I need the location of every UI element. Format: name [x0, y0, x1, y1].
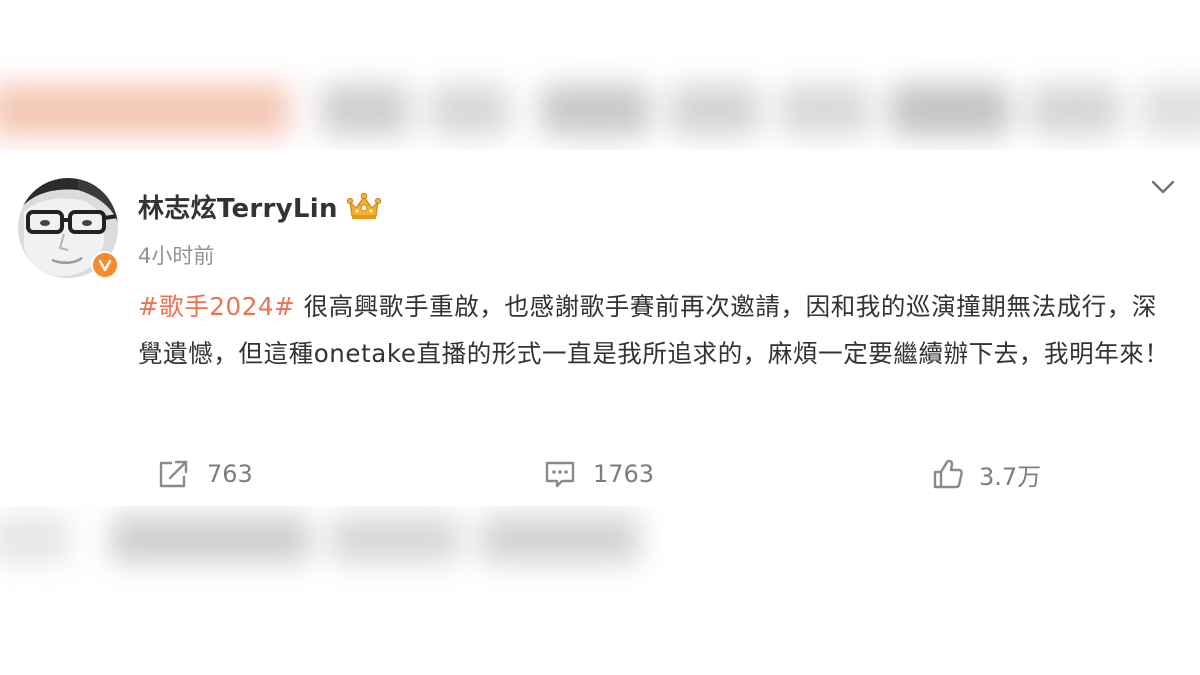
- weibo-post-card: 林志炫TerryLin 4小时前 #歌手2024# 很高興歌手重啟，也感謝歌手賽…: [0, 150, 1200, 506]
- chevron-down-icon[interactable]: [1148, 176, 1178, 198]
- hashtag-link[interactable]: #歌手2024#: [138, 292, 295, 321]
- page: 林志炫TerryLin 4小时前 #歌手2024# 很高興歌手重啟，也感謝歌手賽…: [0, 0, 1200, 675]
- post-body: #歌手2024# 很高興歌手重啟，也感謝歌手賽前再次邀請，因和我的巡演撞期無法成…: [138, 283, 1178, 377]
- thumbs-up-icon: [933, 459, 963, 489]
- blurred-previous-post: [0, 70, 1200, 150]
- post-actions-bar: 763 1763 3.7万: [0, 452, 1200, 496]
- like-count: 3.7万: [979, 462, 1042, 491]
- repost-count: 763: [207, 460, 253, 488]
- comment-count: 1763: [593, 460, 655, 488]
- repost-button[interactable]: 763: [157, 452, 253, 496]
- crown-icon[interactable]: [346, 192, 382, 222]
- repost-icon: [159, 460, 188, 488]
- comment-button[interactable]: 1763: [543, 452, 654, 496]
- author-name[interactable]: 林志炫TerryLin: [138, 188, 338, 225]
- like-button[interactable]: 3.7万: [931, 452, 1041, 496]
- post-timestamp[interactable]: 4小时前: [138, 240, 214, 270]
- author-row: 林志炫TerryLin: [138, 188, 382, 225]
- comment-icon: [545, 461, 575, 488]
- blurred-next-post: [0, 505, 700, 580]
- verified-v-icon: [91, 251, 119, 279]
